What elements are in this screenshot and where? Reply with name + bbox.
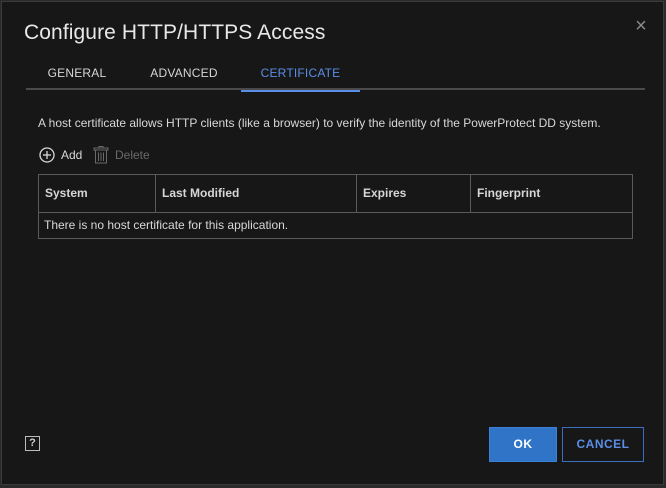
delete-label: Delete — [115, 148, 150, 162]
column-header-system[interactable]: System — [39, 175, 156, 212]
column-header-fingerprint[interactable]: Fingerprint — [471, 175, 632, 212]
column-header-last-modified[interactable]: Last Modified — [156, 175, 357, 212]
table-header: System Last Modified Expires Fingerprint — [39, 175, 632, 213]
delete-button[interactable]: Delete — [93, 146, 150, 164]
certificate-table: System Last Modified Expires Fingerprint… — [38, 174, 633, 239]
close-icon[interactable]: × — [631, 16, 651, 36]
add-label: Add — [61, 148, 83, 162]
add-circle-icon — [39, 147, 55, 163]
column-header-expires[interactable]: Expires — [357, 175, 471, 212]
add-button[interactable]: Add — [39, 146, 82, 164]
empty-table-message: There is no host certificate for this ap… — [44, 218, 289, 232]
ok-button[interactable]: OK — [489, 427, 557, 462]
certificate-description: A host certificate allows HTTP clients (… — [38, 116, 601, 130]
dialog-title: Configure HTTP/HTTPS Access — [24, 21, 326, 44]
trash-icon — [93, 146, 109, 164]
tab-general[interactable]: GENERAL — [26, 66, 128, 88]
help-button[interactable]: ? — [25, 436, 40, 451]
tab-advanced[interactable]: ADVANCED — [138, 66, 230, 88]
cancel-button[interactable]: CANCEL — [562, 427, 644, 462]
configure-http-https-dialog: Configure HTTP/HTTPS Access × GENERAL AD… — [1, 1, 664, 485]
tab-bar: GENERAL ADVANCED CERTIFICATE — [26, 62, 645, 92]
tab-certificate[interactable]: CERTIFICATE — [241, 66, 360, 92]
